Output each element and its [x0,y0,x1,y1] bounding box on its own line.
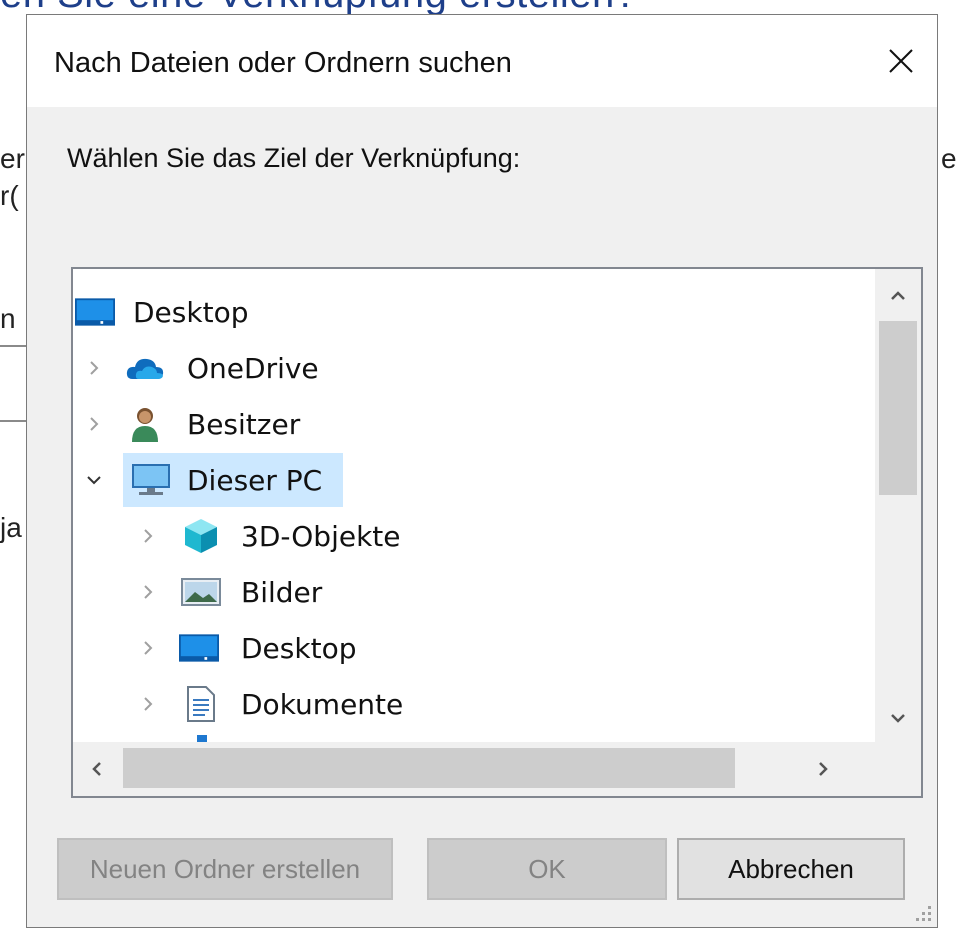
chevron-down-icon[interactable] [81,467,107,493]
chevron-right-icon[interactable] [135,523,161,549]
background-text-fragment: e [941,143,957,174]
chevron-left-icon [92,762,101,776]
tree-item-label: Desktop [133,295,249,329]
tree-item-3d-objekte[interactable]: 3D-Objekte [73,509,877,563]
tree-item-dokumente[interactable]: Dokumente [73,677,877,731]
tree-item-label: OneDrive [187,351,319,385]
horizontal-scroll-thumb[interactable] [123,748,735,788]
background-text-fragment: er [0,143,25,174]
this-pc-icon [131,462,171,498]
tree-item-label: 3D-Objekte [241,519,401,553]
chevron-down-icon [891,714,905,723]
tree-item-label: Besitzer [187,407,301,441]
pictures-icon [181,574,221,610]
chevron-up-icon [891,291,905,300]
tree-item-besitzer[interactable]: Besitzer [73,397,877,451]
scroll-right-button[interactable] [801,742,847,796]
chevron-right-icon[interactable] [135,691,161,717]
documents-icon [181,686,221,722]
dialog-titlebar[interactable]: Nach Dateien oder Ordnern suchen [27,15,937,107]
resize-grip-icon[interactable] [911,901,933,923]
3d-objects-icon [181,518,221,554]
cancel-button[interactable]: Abbrechen [677,838,905,900]
scrollbar-corner [875,742,921,796]
new-folder-button[interactable]: Neuen Ordner erstellen [57,838,393,900]
folder-tree-view[interactable]: Desktop OneDrive Besitzer Dieser PC 3D-O… [71,267,923,798]
desktop-icon [75,294,115,330]
background-divider [0,345,26,347]
tree-item-desktop[interactable]: Desktop [73,621,877,675]
tree-item-onedrive[interactable]: OneDrive [73,341,877,395]
tree-item-label: Desktop [241,631,357,665]
chevron-right-icon[interactable] [81,411,107,437]
tree-item-dieser-pc[interactable]: Dieser PC [73,453,877,507]
tree-item-desktop-root[interactable]: Desktop [73,285,877,339]
chevron-right-icon[interactable] [135,635,161,661]
chevron-right-icon[interactable] [81,355,107,381]
close-button[interactable] [865,15,937,107]
chevron-right-icon [819,762,828,776]
vertical-scrollbar[interactable] [875,269,921,742]
tree-item-label: Dokumente [241,687,404,721]
background-divider [0,420,26,422]
scroll-up-button[interactable] [875,273,921,317]
background-text-fragment: n [0,303,16,334]
scroll-down-button[interactable] [875,697,921,741]
browse-folder-dialog: Nach Dateien oder Ordnern suchen Wählen … [26,14,938,928]
tree-item-bilder[interactable]: Bilder [73,565,877,619]
tree-item-label: Dieser PC [187,463,323,497]
tree-item-label: Bilder [241,575,323,609]
background-text-fragment: r( [0,180,19,211]
ok-button[interactable]: OK [427,838,667,900]
scroll-left-button[interactable] [73,742,119,796]
horizontal-scrollbar[interactable] [73,742,877,796]
background-text-fragment: ja [0,512,22,543]
user-icon [125,406,165,442]
onedrive-cloud-icon [125,350,165,386]
desktop-icon [179,630,219,666]
vertical-scroll-thumb[interactable] [879,321,917,495]
dialog-prompt: Wählen Sie das Ziel der Verknüpfung: [67,143,521,173]
dialog-title: Nach Dateien oder Ordnern suchen [54,47,512,79]
chevron-right-icon[interactable] [135,579,161,605]
close-x-icon [889,49,913,73]
